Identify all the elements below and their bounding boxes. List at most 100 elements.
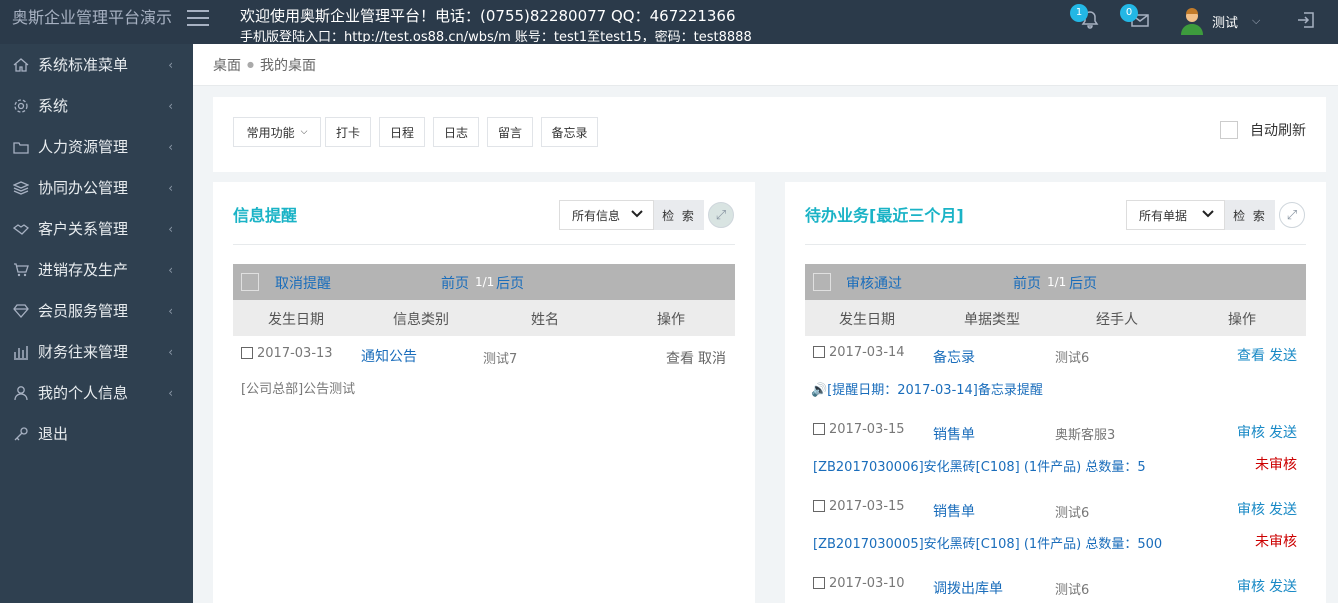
sidebar-item-label: 财务往来管理 <box>38 343 129 361</box>
row-type-link[interactable]: 通知公告 <box>361 346 417 366</box>
schedule-button[interactable]: 日程 <box>379 117 425 147</box>
clock-in-button[interactable]: 打卡 <box>325 117 371 147</box>
cancel-reminder-link[interactable]: 取消提醒 <box>275 273 331 293</box>
info-search-button[interactable]: 检 索 <box>654 200 704 230</box>
sidebar-item-label: 我的个人信息 <box>38 384 129 402</box>
home-icon <box>12 56 30 74</box>
chevron-down-icon <box>631 210 643 218</box>
auto-refresh-toggle[interactable]: 自动刷新 <box>1220 120 1306 140</box>
col-type: 信息类别 <box>393 312 449 328</box>
logout-button[interactable] <box>1296 10 1318 32</box>
sidebar-item-label: 进销存及生产 <box>38 261 129 279</box>
page-indicator: 1/1 <box>1047 275 1067 289</box>
todo-action-bar: 审核通过 前页 1/1 后页 <box>805 264 1306 300</box>
messages-button[interactable]: 0 <box>1120 4 1152 32</box>
row-checkbox[interactable] <box>813 423 825 435</box>
user-menu[interactable]: 测试 ⌵ <box>1180 6 1260 36</box>
prev-page-link[interactable]: 前页 <box>441 273 469 293</box>
user-name: 测试 <box>1212 15 1239 31</box>
approve-row-link[interactable]: 审核 <box>1237 499 1265 519</box>
layers-icon <box>12 179 30 197</box>
todo-filter-select[interactable]: 所有单据 <box>1126 200 1225 230</box>
sidebar-item-label: 客户关系管理 <box>38 220 129 238</box>
row-date: 2017-03-13 <box>257 346 333 361</box>
info-table-header: 发生日期 信息类别 姓名 操作 <box>233 300 735 336</box>
panel-title: 信息提醒 <box>233 206 298 225</box>
info-filter-select[interactable]: 所有信息 <box>559 200 654 230</box>
row-detail-link[interactable]: [ZB2017030005]安化黑砖[C108] (1件产品) 总数量：500 <box>813 533 1162 552</box>
send-link[interactable]: 发送 <box>1269 422 1297 442</box>
row-date: 2017-03-15 <box>829 422 905 437</box>
chevron-left-icon: ‹ <box>168 221 173 236</box>
sidebar-item-standard-menu[interactable]: 系统标准菜单 ‹ <box>0 44 193 85</box>
send-link[interactable]: 发送 <box>1269 499 1297 519</box>
sidebar-item-profile[interactable]: 我的个人信息 ‹ <box>0 372 193 413</box>
col-type: 单据类型 <box>964 312 1020 328</box>
common-functions-label: 常用功能 <box>246 125 295 140</box>
chevron-down-icon: ⌵ <box>1252 14 1261 27</box>
row-type-link[interactable]: 调拨出库单 <box>933 578 1003 598</box>
sidebar: 系统标准菜单 ‹ 系统 ‹ 人力资源管理 ‹ 协同办公管理 ‹ 客户关系管理 ‹… <box>0 44 193 603</box>
row-type-link[interactable]: 销售单 <box>933 424 975 444</box>
row-detail-link[interactable]: [ZB2017030006]安化黑砖[C108] (1件产品) 总数量：5 <box>813 456 1146 475</box>
expand-icon[interactable]: ⤢ <box>708 202 734 228</box>
send-link[interactable]: 发送 <box>1269 576 1297 596</box>
row-checkbox[interactable] <box>813 346 825 358</box>
approve-row-link[interactable]: 审核 <box>1237 422 1265 442</box>
next-page-link[interactable]: 后页 <box>1069 273 1097 293</box>
sidebar-item-hr[interactable]: 人力资源管理 ‹ <box>0 126 193 167</box>
sidebar-item-crm[interactable]: 客户关系管理 ‹ <box>0 208 193 249</box>
announcement-line-1: 欢迎使用奥斯企业管理平台！电话：(0755)82280077 QQ：467221… <box>240 7 736 25</box>
memo-button[interactable]: 备忘录 <box>541 117 598 147</box>
select-all-checkbox[interactable] <box>241 273 259 291</box>
send-link[interactable]: 发送 <box>1269 345 1297 365</box>
sidebar-item-office[interactable]: 协同办公管理 ‹ <box>0 167 193 208</box>
sidebar-item-system[interactable]: 系统 ‹ <box>0 85 193 126</box>
row-detail-link[interactable]: [公司总部]公告测试 <box>241 378 355 397</box>
col-action: 操作 <box>1228 312 1256 328</box>
bar-chart-icon <box>12 343 30 361</box>
approve-row-link[interactable]: 审核 <box>1237 576 1265 596</box>
col-date: 发生日期 <box>268 312 324 328</box>
prev-page-link[interactable]: 前页 <box>1013 273 1041 293</box>
row-checkbox[interactable] <box>241 347 253 359</box>
auto-refresh-checkbox[interactable] <box>1220 121 1238 139</box>
col-name: 姓名 <box>531 312 559 328</box>
sidebar-item-logout[interactable]: 退出 <box>0 413 193 454</box>
row-type-link[interactable]: 备忘录 <box>933 347 975 367</box>
chevron-left-icon: ‹ <box>168 344 173 359</box>
row-name: 测试7 <box>483 352 518 367</box>
row-checkbox[interactable] <box>813 577 825 589</box>
gear-icon <box>12 97 30 115</box>
row-handler: 测试6 <box>1055 351 1090 366</box>
chevron-left-icon: ‹ <box>168 262 173 277</box>
sidebar-item-members[interactable]: 会员服务管理 ‹ <box>0 290 193 331</box>
row-detail-link[interactable]: 🔊[提醒日期：2017-03-14]备忘录提醒 <box>811 379 1043 398</box>
cancel-link[interactable]: 取消 <box>698 348 726 368</box>
view-link[interactable]: 查看 <box>1237 345 1265 365</box>
sidebar-item-inventory[interactable]: 进销存及生产 ‹ <box>0 249 193 290</box>
select-all-checkbox[interactable] <box>813 273 831 291</box>
common-functions-dropdown[interactable]: 常用功能 ⌵ <box>233 117 321 147</box>
cart-icon <box>12 261 30 279</box>
select-value: 所有单据 <box>1139 208 1188 223</box>
todo-search-button[interactable]: 检 索 <box>1225 200 1275 230</box>
breadcrumb-root-link[interactable]: 桌面 <box>213 55 241 75</box>
expand-icon[interactable]: ⤢ <box>1279 202 1305 228</box>
menu-toggle-icon[interactable] <box>187 10 209 28</box>
message-button[interactable]: 留言 <box>487 117 533 147</box>
page-indicator: 1/1 <box>475 275 495 289</box>
breadcrumb: 桌面 ● 我的桌面 <box>193 44 1338 86</box>
main-content: 桌面 ● 我的桌面 常用功能 ⌵ 打卡 日程 日志 留言 备忘录 自动刷新 信息… <box>193 44 1338 603</box>
log-button[interactable]: 日志 <box>433 117 479 147</box>
todo-business-panel: 待办业务[最近三个月] 所有单据 检 索 ⤢ 审核通过 前页 1/1 后页 发生… <box>785 182 1326 603</box>
notification-bell-button[interactable]: 1 <box>1070 4 1102 32</box>
auto-refresh-label: 自动刷新 <box>1250 123 1306 139</box>
sidebar-item-finance[interactable]: 财务往来管理 ‹ <box>0 331 193 372</box>
diamond-icon <box>12 302 30 320</box>
row-type-link[interactable]: 销售单 <box>933 501 975 521</box>
approve-link[interactable]: 审核通过 <box>846 273 902 293</box>
next-page-link[interactable]: 后页 <box>496 273 524 293</box>
row-checkbox[interactable] <box>813 500 825 512</box>
view-link[interactable]: 查看 <box>666 348 694 368</box>
